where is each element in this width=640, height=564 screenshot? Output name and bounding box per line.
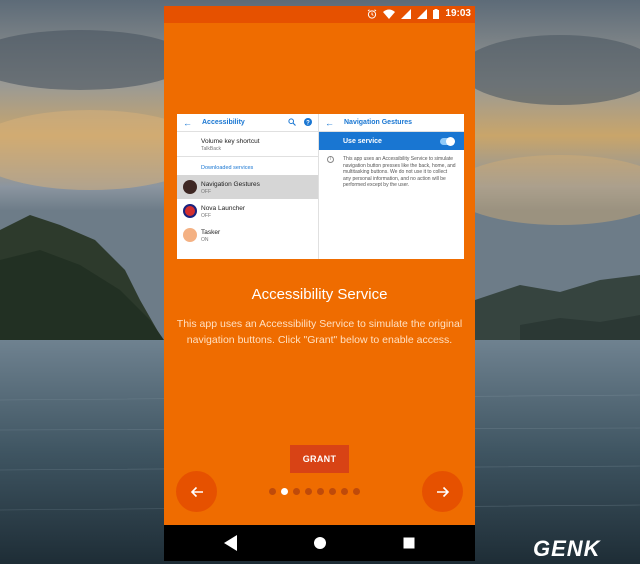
status-time: 19:03 [445,8,471,19]
grant-button[interactable]: GRANT [290,445,349,473]
page-dot [305,488,312,495]
back-arrow-icon: ← [183,117,192,128]
alarm-icon [368,8,377,19]
accessibility-settings-panel: ← Accessibility ? Volume key shortcut Ta… [177,114,319,259]
back-nav-icon[interactable] [224,535,238,551]
wifi-icon [383,9,396,19]
arrow-left-icon [190,486,203,497]
status-bar: 19:03 [164,6,475,23]
svg-text:?: ? [306,120,310,126]
panel-title: Navigation Gestures [344,119,413,126]
service-toggle [440,136,455,146]
service-description: i This app uses an Accessibility Service… [319,150,464,189]
page-dot [269,488,276,495]
next-button[interactable] [422,471,463,512]
page-title: Accessibility Service [251,286,388,303]
page-dot [317,488,324,495]
navigation-gestures-panel: ← Navigation Gestures Use service i This… [319,114,464,259]
list-item: Nova Launcher OFF [177,199,318,223]
help-icon: ? [304,117,312,128]
watermark-logo: GENK [533,536,601,561]
nova-launcher-app-icon [183,204,197,218]
tasker-app-icon [183,228,197,242]
page-dot [329,488,336,495]
use-service-row: Use service [319,132,464,150]
page-dot [281,488,288,495]
list-item: Volume key shortcut TalkBack [201,138,260,152]
signal-icon [401,8,412,19]
page-dot [341,488,348,495]
previous-button[interactable] [176,471,217,512]
navigation-gestures-app-icon [183,180,197,194]
search-icon [288,117,296,128]
list-item: Navigation Gestures OFF [177,175,318,199]
accessibility-screenshot: ← Accessibility ? Volume key shortcut Ta… [177,114,464,259]
page-description: This app uses an Accessibility Service t… [176,318,463,346]
navigation-bar [164,525,475,561]
list-item: Tasker ON [177,223,318,247]
panel-title: Accessibility [202,119,245,126]
home-nav-icon[interactable] [313,535,327,551]
page-dot [293,488,300,495]
page-dot [353,488,360,495]
section-header: Downloaded services [177,156,318,175]
arrow-right-icon [436,486,449,497]
page-indicator [269,488,360,495]
recents-nav-icon[interactable] [402,535,416,551]
signal-icon [417,8,428,19]
battery-icon [433,8,440,19]
phone-screen: 19:03 ← Accessibility ? Volume key short… [164,6,475,561]
back-arrow-icon: ← [325,117,334,128]
info-icon: i [327,156,334,163]
